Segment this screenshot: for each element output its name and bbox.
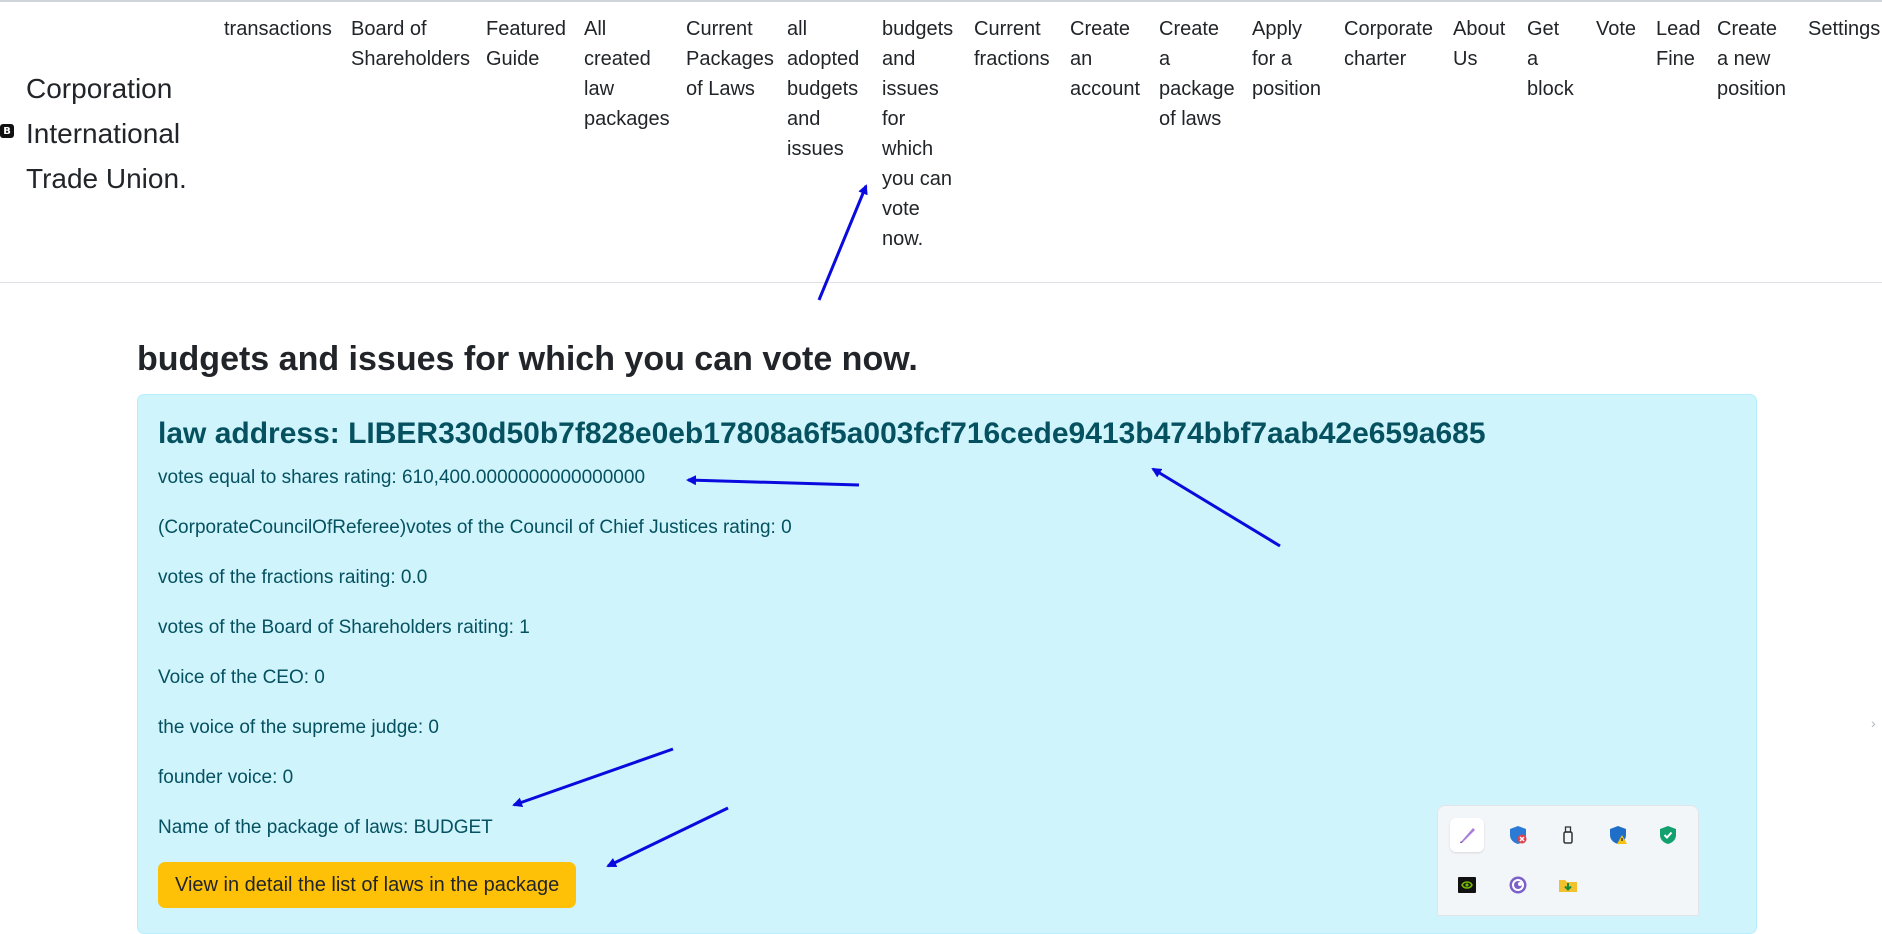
nav-item-label-line: an (1070, 48, 1093, 70)
nav-item[interactable]: Settings (1808, 14, 1880, 44)
nav-item-label-line: Create a (1159, 18, 1220, 70)
nav-item-label-line: Current (974, 18, 1041, 40)
nav-item-label-line: transactions (224, 18, 332, 40)
nav-item-label-line: budgets (882, 18, 954, 40)
fractions-rating: votes of the fractions raiting: 0.0 (158, 567, 428, 588)
nav-item[interactable]: Create an account (1070, 14, 1140, 104)
page-title: budgets and issues for which you can vot… (137, 340, 918, 378)
nav-item-label-line: for a (1252, 48, 1293, 70)
nav-item-label-line: Lead (1656, 18, 1701, 40)
nav-divider (0, 282, 1882, 283)
nav-item-label-line: Get a (1527, 18, 1560, 70)
nav-item-label-line: Vote (1596, 18, 1637, 40)
usb-drive-icon[interactable] (1551, 818, 1585, 852)
shares-votes-rating: votes equal to shares rating: 610,400.00… (158, 467, 646, 488)
nav-item[interactable]: About Us (1453, 14, 1505, 74)
nav-item-label-line: for (882, 108, 906, 130)
nav-item[interactable]: Featured Guide (486, 14, 566, 74)
nav-item-label-line: issues (787, 138, 844, 160)
security-check-icon[interactable] (1651, 818, 1685, 852)
nav-item[interactable]: Apply for a position (1252, 14, 1321, 104)
nav-item-label-line: Corporate (1344, 18, 1433, 40)
window-top-edge (0, 0, 1882, 2)
nav-item-label-line: Apply (1252, 18, 1303, 40)
nav-item[interactable]: Corporate charter (1344, 14, 1433, 74)
package-name: Name of the package of laws: BUDGET (158, 817, 493, 838)
nav-item-label-line: Fine (1656, 48, 1695, 70)
nav-item[interactable]: all adopted budgets and issues (787, 14, 859, 164)
brand-line: International (26, 118, 181, 149)
torrent-icon[interactable] (1501, 868, 1535, 902)
nav-item-label-line: Us (1453, 48, 1478, 70)
nav-item[interactable]: transactions (224, 14, 332, 44)
nav-item-label-line: and (882, 48, 916, 70)
founder-voice: founder voice: 0 (158, 767, 294, 788)
brand-logo-text[interactable]: Corporation International Trade Union. (26, 66, 201, 201)
chief-justices-rating: (CorporateCouncilOfReferee)votes of the … (158, 517, 792, 538)
nav-item[interactable]: Current Packages of Laws (686, 14, 774, 104)
nav-item-label-line: position (1717, 78, 1786, 100)
nav-item-label-line: Create (1070, 18, 1131, 40)
nav-item-label-line: Shareholders (351, 48, 470, 70)
nav-item-label-line: now. (882, 228, 924, 250)
nav-item[interactable]: Vote (1596, 14, 1636, 44)
folder-download-icon[interactable] (1551, 868, 1585, 902)
law-address-title: law address: LIBER330d50b7f828e0eb17808a… (158, 417, 1486, 450)
ceo-voice: Voice of the CEO: 0 (158, 667, 325, 688)
nav-item-label-line: charter (1344, 48, 1407, 70)
nav-item-label-line: fractions (974, 48, 1050, 70)
nav-item-label-line: which (882, 138, 934, 160)
nav-item-label-line: All (584, 18, 607, 40)
brand-line: Trade Union. (26, 163, 187, 194)
nav-item[interactable]: Lead Fine (1656, 14, 1701, 74)
nav-item[interactable]: Create a package of laws (1159, 14, 1235, 134)
nav-item-label-line: issues (882, 78, 939, 100)
nav-item-label-line: a new (1717, 48, 1771, 70)
nav-item-label-line: package (1159, 78, 1235, 100)
nav-item-label-line: and (787, 108, 821, 130)
nav-item-label-line: Current (686, 18, 753, 40)
nav-item-label-line: of Laws (686, 78, 755, 100)
nav-item-label-line: vote (882, 198, 920, 220)
nav-item-label-line: Settings (1808, 18, 1881, 40)
nav-item-label-line: budgets (787, 78, 859, 100)
nav-item-label-line: all (787, 18, 808, 40)
view-laws-detail-button[interactable]: View in detail the list of laws in the p… (158, 862, 577, 908)
supreme-judge-voice: the voice of the supreme judge: 0 (158, 717, 439, 738)
nav-item[interactable]: Get a block (1527, 14, 1574, 104)
nav-item-label-line: law (584, 78, 615, 100)
nav-item[interactable]: Board of Shareholders (351, 14, 470, 74)
nav-item-label-line: position (1252, 78, 1321, 100)
nav-item-label-line: Board of (351, 18, 427, 40)
nav-item-label-line: About (1453, 18, 1506, 40)
nav-item[interactable]: budgets and issues for which you can vote now. (882, 14, 953, 254)
system-tray-flyout (1437, 805, 1699, 916)
nav-item-label-line: account (1070, 78, 1141, 100)
brand-line: Corporation (26, 73, 173, 104)
nav-item-label-line: of laws (1159, 108, 1222, 130)
nav-item-label-line: you can (882, 168, 953, 190)
nav-item-label-line: adopted (787, 48, 860, 70)
shield-blocked-icon[interactable] (1501, 818, 1535, 852)
chevron-right-icon[interactable]: › (1871, 715, 1876, 731)
nav-item[interactable]: Create a new position (1717, 14, 1786, 104)
nvidia-icon[interactable] (1450, 868, 1484, 902)
nav-item[interactable]: Current fractions (974, 14, 1050, 74)
nav-item-label-line: Create (1717, 18, 1778, 40)
pen-icon[interactable] (1450, 818, 1484, 852)
nav-item-label-line: block (1527, 78, 1574, 100)
nav-item-label-line: Guide (486, 48, 540, 70)
nav-item[interactable]: All created law packages (584, 14, 670, 134)
nav-item-label-line: packages (584, 108, 670, 130)
bootstrap-icon: B (0, 124, 14, 138)
board-shareholders-rating: votes of the Board of Shareholders raiti… (158, 617, 530, 638)
nav-item-label-line: created (584, 48, 651, 70)
nav-item-label-line: Packages (686, 48, 774, 70)
shield-warning-icon[interactable] (1601, 818, 1635, 852)
nav-item-label-line: Featured (486, 18, 567, 40)
